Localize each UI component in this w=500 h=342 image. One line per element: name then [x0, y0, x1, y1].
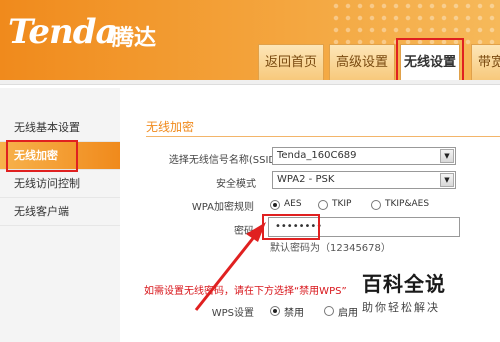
arrow-head: [246, 222, 266, 242]
watermark-subtitle: 助你轻松解决: [362, 301, 440, 314]
arrow-shaft: [194, 231, 260, 311]
watermark: 百科全说 助你轻松解决: [362, 268, 446, 315]
watermark-title: 百科全说: [362, 272, 446, 296]
